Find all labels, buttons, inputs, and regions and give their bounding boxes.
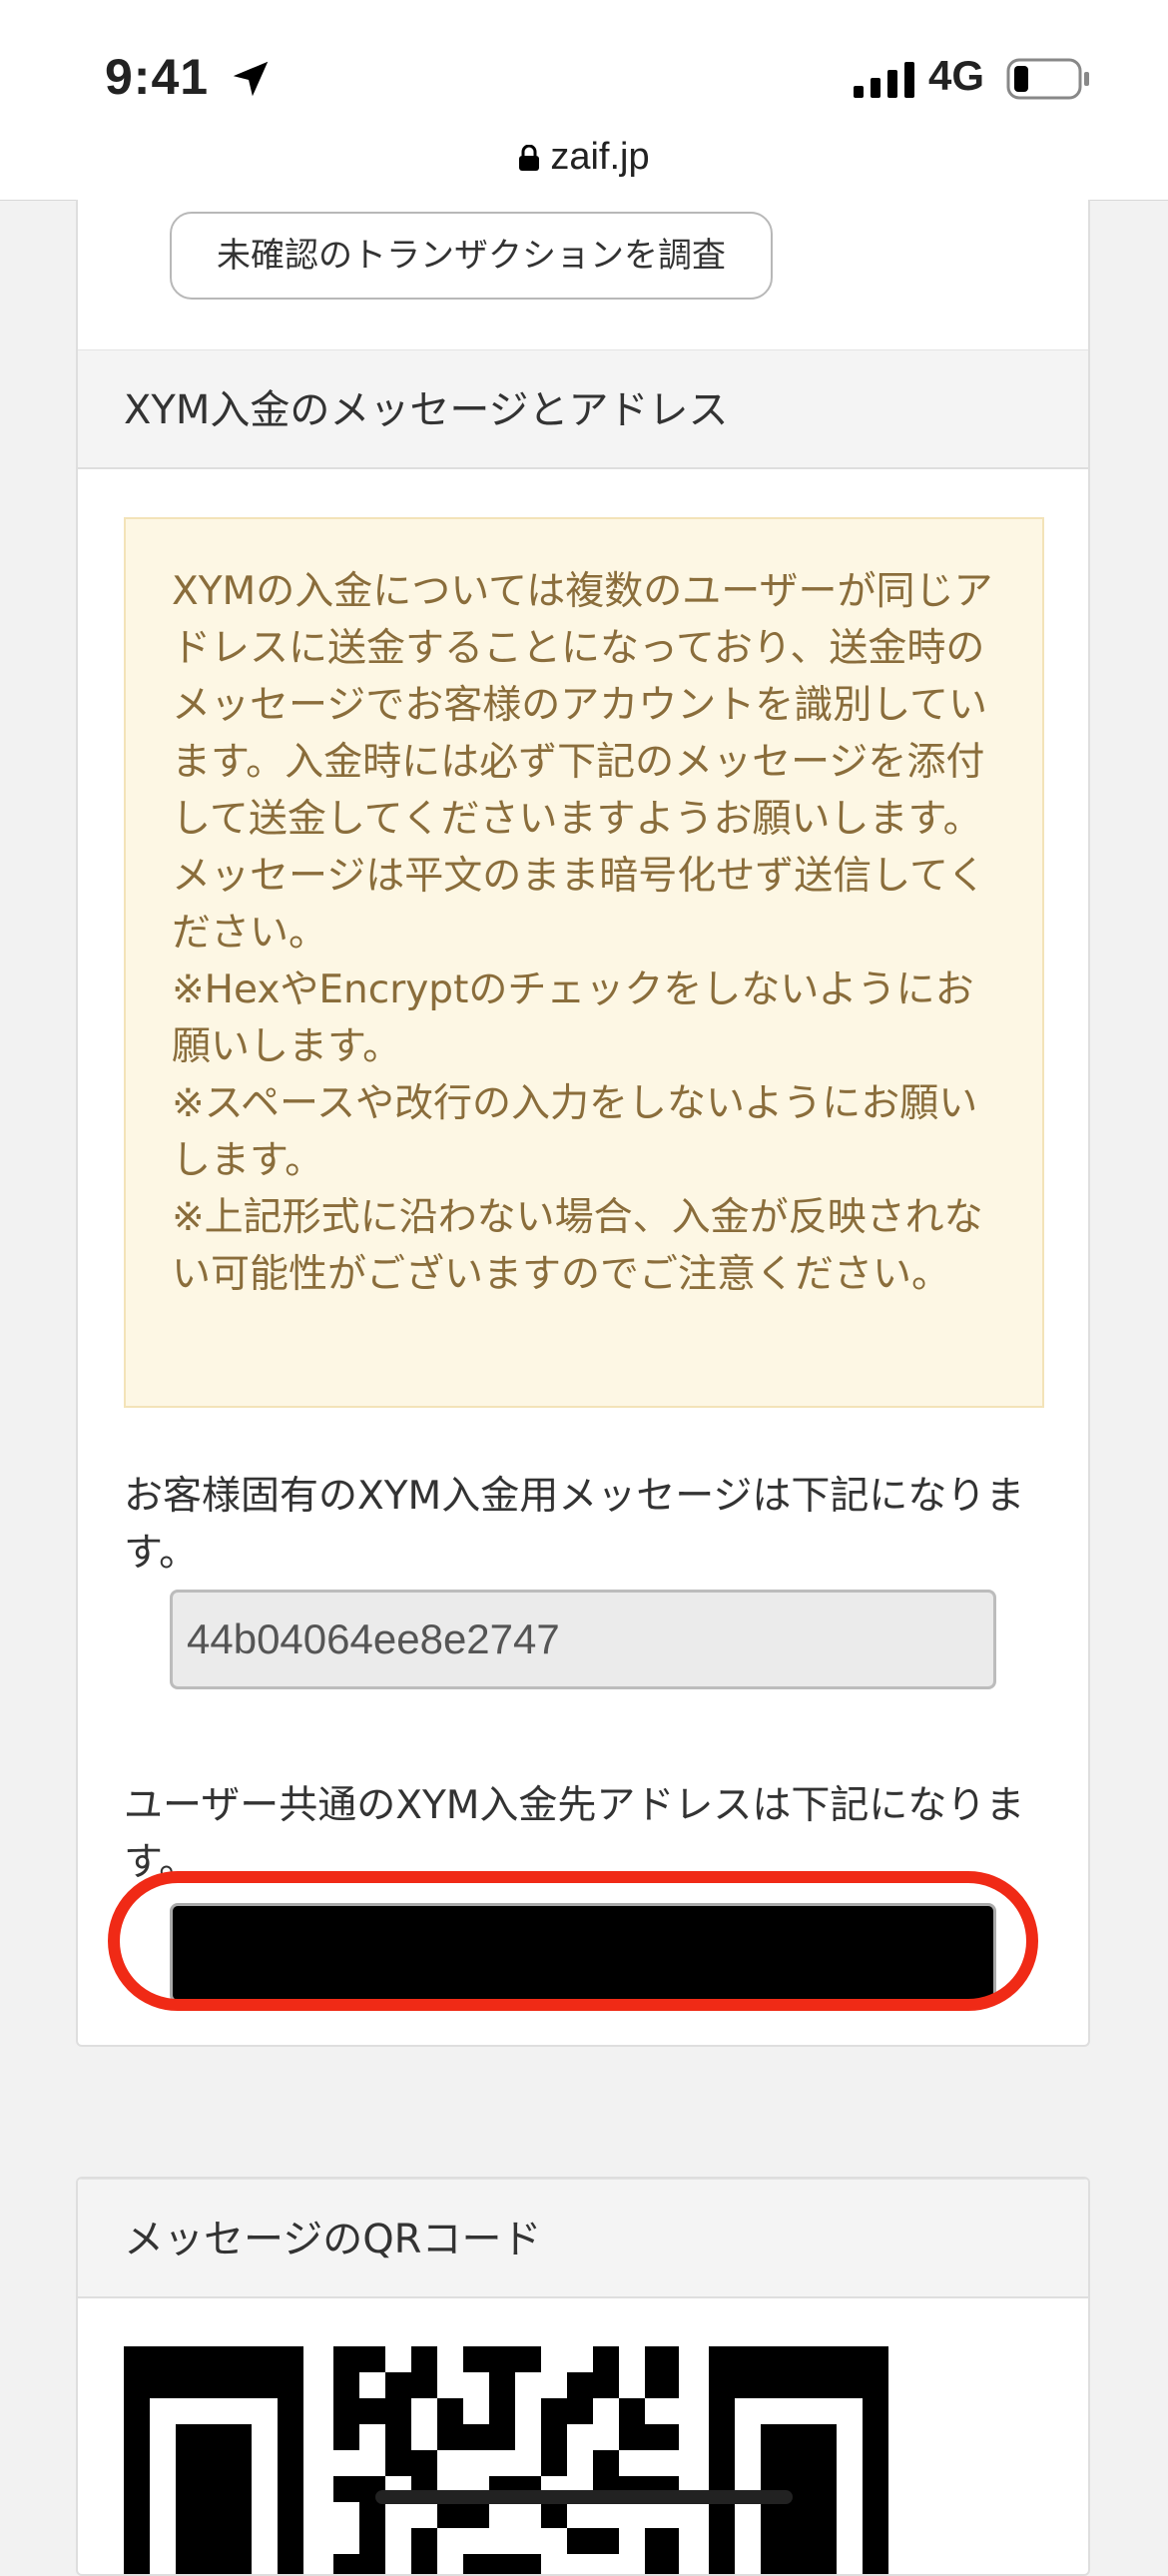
deposit-notice: XYMの入金については複数のユーザーが同じアドレスに送金することになっており、送… xyxy=(124,517,1044,1408)
check-unconfirmed-transactions-button[interactable]: 未確認のトランザクションを調査 xyxy=(170,212,773,300)
status-bar: 9:41 4G xyxy=(0,0,1168,150)
url-text: zaif.jp xyxy=(550,136,650,178)
lock-icon xyxy=(519,145,540,171)
battery-low-icon xyxy=(1006,58,1089,100)
network-type: 4G xyxy=(928,52,985,99)
deposit-message-field[interactable]: 44b04064ee8e2747 xyxy=(170,1590,996,1689)
home-indicator[interactable] xyxy=(375,2490,793,2504)
section-title-qr: メッセージのQRコード xyxy=(78,2179,1088,2298)
browser-url-bar[interactable]: zaif.jp xyxy=(0,130,1168,201)
status-time: 9:41 xyxy=(105,49,210,105)
address-highlight-circle xyxy=(108,1871,1038,2011)
message-qr-panel: メッセージのQRコード xyxy=(76,2177,1090,2576)
xym-deposit-panel: 未確認のトランザクションを調査 XYM入金のメッセージとアドレス XYMの入金に… xyxy=(76,200,1090,2047)
url-display[interactable]: zaif.jp xyxy=(0,136,1168,179)
location-arrow-icon xyxy=(233,61,269,97)
message-label: お客様固有のXYM入金用メッセージは下記になります。 xyxy=(124,1474,1025,1576)
qr-code-image xyxy=(124,2346,888,2574)
section-title-xym-deposit: XYM入金のメッセージとアドレス xyxy=(78,349,1088,469)
cellular-signal-icon xyxy=(854,62,914,98)
